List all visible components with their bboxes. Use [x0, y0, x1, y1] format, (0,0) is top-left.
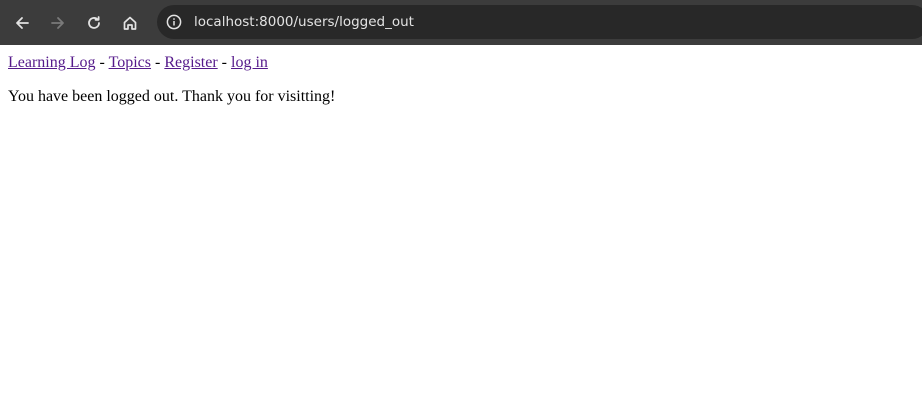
forward-button[interactable]	[42, 7, 74, 39]
browser-toolbar: localhost:8000/users/logged_out	[0, 0, 922, 45]
nav-link-log-in[interactable]: log in	[231, 54, 268, 71]
arrow-right-icon	[51, 16, 64, 29]
nav-separator: -	[99, 54, 105, 71]
arrow-left-icon	[16, 16, 29, 29]
page-content: Learning Log - Topics - Register - log i…	[0, 45, 922, 114]
site-nav: Learning Log - Topics - Register - log i…	[8, 54, 914, 72]
address-bar[interactable]: localhost:8000/users/logged_out	[157, 5, 922, 39]
nav-link-register[interactable]: Register	[164, 54, 217, 71]
info-circle-icon	[166, 14, 182, 30]
reload-icon	[88, 15, 100, 29]
nav-link-topics[interactable]: Topics	[109, 54, 151, 71]
nav-link-learning-log[interactable]: Learning Log	[8, 54, 96, 71]
nav-separator: -	[221, 54, 227, 71]
home-button[interactable]	[114, 7, 146, 39]
url-text[interactable]: localhost:8000/users/logged_out	[194, 14, 414, 30]
back-button[interactable]	[6, 7, 38, 39]
site-info-button[interactable]	[165, 13, 183, 31]
reload-button[interactable]	[78, 7, 110, 39]
logout-message: You have been logged out. Thank you for …	[8, 88, 336, 105]
home-icon	[123, 16, 137, 30]
nav-separator: -	[155, 54, 161, 71]
